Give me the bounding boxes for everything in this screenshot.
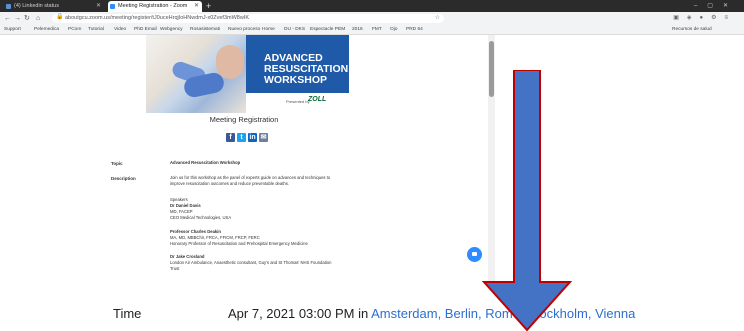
bookmark-item[interactable]: Rosasistemati [190,25,220,34]
zoom-favicon-icon [110,4,115,9]
bookmark-item[interactable]: Video [114,25,126,34]
tab-title: Meeting Registration - Zoom [118,3,188,9]
speaker-role: London Air Ambulance, Anaesthetic consul… [170,260,332,271]
bookmark-item[interactable]: Webgency [160,25,183,34]
workshop-banner: ADVANCED RESUSCITATION WORKSHOP Presente… [146,35,349,113]
close-tab-icon[interactable]: ✕ [194,1,199,12]
bookmark-item[interactable]: Support [4,25,21,34]
bookmark-item[interactable]: Ojo [390,25,397,34]
bookmark-item[interactable]: Home [262,25,275,34]
close-tab-icon[interactable]: ✕ [96,1,101,12]
down-arrow-annotation [481,70,573,331]
back-icon[interactable]: ← [4,12,11,25]
speaker-org: CEO Medical Technologies, USA [170,215,232,220]
url-text: aboutgcu.zoom.us/meeting/register/tJ0uce… [65,15,250,21]
bookmark-item[interactable]: DU - DKS [284,25,305,34]
tab-strip: (4) Linkedin status ✕ Meeting Registrati… [0,0,744,12]
reload-icon[interactable]: ↻ [24,12,30,25]
bookmark-item[interactable]: Tutorial [88,25,104,34]
cpr-photo-detail [216,45,244,79]
description-label: Description [111,176,136,181]
star-icon[interactable]: ☆ [435,14,440,23]
twitter-icon[interactable]: t [237,133,246,142]
banner-title: ADVANCED RESUSCITATION WORKSHOP [264,53,349,86]
zoll-logo: ZOLL [308,96,327,103]
speaker-role: Honorary Professor of Resuscitation and … [170,241,308,246]
bookmarks-bar: Support Pelemedica PCom Tutorial Video P… [0,25,744,35]
page-title: Meeting Registration [209,115,279,124]
bookmark-item[interactable]: Nuevo proceso [228,25,260,34]
tab-title: (4) Linkedin status [14,3,59,9]
linkedin-icon[interactable]: in [248,133,257,142]
bookmark-item[interactable]: Espectacle PEM [310,25,345,34]
bookmark-item[interactable]: PCom [68,25,81,34]
bookmark-item[interactable]: PhD Email [134,25,157,34]
presented-by: Presented by [286,99,310,104]
email-icon[interactable]: ✉ [259,133,268,142]
time-label: Time [113,306,142,321]
topic-value: Advanced Resuscitation Workshop [170,160,241,165]
bookmark-item[interactable]: PRD 64 [406,25,423,34]
down-arrow-shape [481,70,573,331]
window-controls[interactable]: –▢✕ [694,0,738,12]
url-field[interactable]: 🔒 aboutgcu.zoom.us/meeting/register/tJ0u… [52,14,444,23]
bookmark-item[interactable]: FMT [372,25,382,34]
tab-linkedin[interactable]: (4) Linkedin status ✕ [4,1,104,12]
linkedin-favicon-icon [6,4,11,9]
time-date: Apr 7, 2021 03:00 PM in [228,306,372,321]
bookmark-item[interactable]: Recursos de salud [672,25,712,34]
banner-title-line: WORKSHOP [264,74,327,86]
registration-page: ADVANCED RESUSCITATION WORKSHOP Presente… [0,35,488,288]
extension-icons[interactable]: ▣◈●⚙≡ [673,12,736,25]
address-bar-row: ← → ↻ ⌂ 🔒 aboutgcu.zoom.us/meeting/regis… [0,12,744,25]
home-icon[interactable]: ⌂ [36,12,40,25]
plus-icon[interactable]: + [206,0,211,12]
description-intro: Join us for this workshop as the panel o… [170,175,331,186]
lock-icon: 🔒 [56,14,64,20]
topic-label: Topic [111,161,123,166]
bookmark-item[interactable]: Pelemedica [34,25,59,34]
bookmark-item[interactable]: 2016 [352,25,363,34]
forward-icon[interactable]: → [14,12,21,25]
facebook-icon[interactable]: f [226,133,235,142]
tab-meeting-registration[interactable]: Meeting Registration - Zoom ✕ [108,1,202,12]
